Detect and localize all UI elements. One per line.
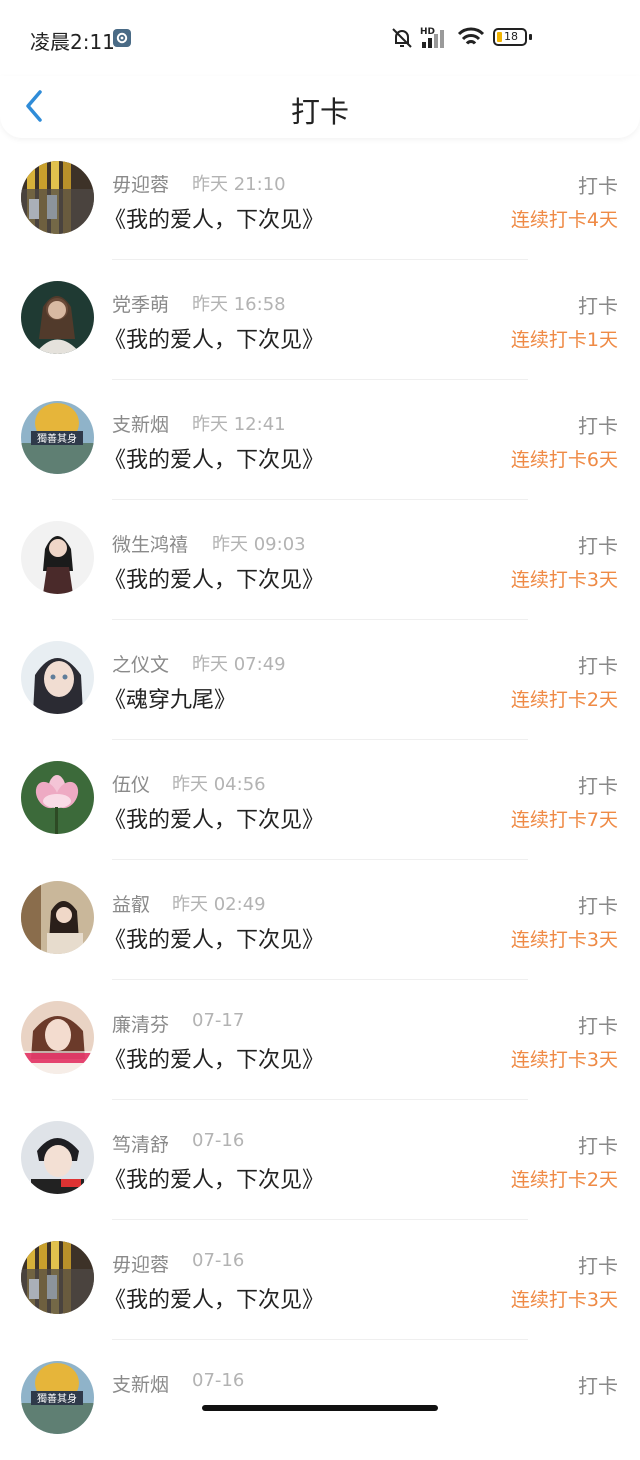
book-title: 《我的爱人，下次见》: [104, 808, 325, 833]
avatar: [21, 161, 94, 234]
book-title: 《我的爱人，下次见》: [104, 568, 325, 593]
svg-text:獨善其身: 獨善其身: [37, 432, 77, 445]
home-indicator[interactable]: [202, 1405, 438, 1411]
signal-icon: [422, 30, 444, 48]
book-title: 《我的爱人，下次见》: [104, 208, 325, 233]
battery-level: 18: [504, 30, 518, 43]
user-name: 毋迎蓉: [112, 1254, 170, 1276]
wifi-icon: [457, 27, 485, 45]
checkin-time: 07-16: [192, 1250, 245, 1271]
streak-badge: 连续打卡2天: [510, 1169, 618, 1191]
list-item[interactable]: 毋迎蓉 昨天 21:10 《我的爱人，下次见》 打卡 连续打卡4天: [0, 140, 640, 260]
checkin-label: 打卡: [578, 1134, 618, 1158]
streak-badge: 连续打卡3天: [510, 569, 618, 591]
checkin-label: 打卡: [578, 894, 618, 918]
list-item[interactable]: 益叡 昨天 02:49 《我的爱人，下次见》 打卡 连续打卡3天: [0, 860, 640, 980]
status-bar: 凌晨2:11 HD 18: [0, 0, 640, 76]
checkin-time: 昨天 21:10: [192, 174, 286, 195]
streak-badge: 连续打卡6天: [510, 449, 618, 471]
list-item[interactable]: 微生鸿禧 昨天 09:03 《我的爱人，下次见》 打卡 连续打卡3天: [0, 500, 640, 620]
avatar: [21, 761, 94, 834]
book-title: 《我的爱人，下次见》: [104, 448, 325, 473]
streak-badge: 连续打卡3天: [510, 929, 618, 951]
status-icons: HD 18: [340, 0, 640, 76]
streak-badge: 连续打卡1天: [510, 329, 618, 351]
user-name: 毋迎蓉: [112, 174, 170, 196]
checkin-label: 打卡: [578, 1014, 618, 1038]
checkin-list: 毋迎蓉 昨天 21:10 《我的爱人，下次见》 打卡 连续打卡4天 党季萌 昨天…: [0, 140, 640, 1460]
checkin-time: 昨天 02:49: [172, 894, 266, 915]
book-title: 《我的爱人，下次见》: [104, 328, 325, 353]
list-item[interactable]: 廉清芬 07-17 《我的爱人，下次见》 打卡 连续打卡3天: [0, 980, 640, 1100]
book-title: 《我的爱人，下次见》: [104, 1048, 325, 1073]
user-name: 益叡: [112, 894, 151, 916]
checkin-time: 昨天 07:49: [192, 654, 286, 675]
list-item[interactable]: 獨善其身 支新烟 昨天 12:41 《我的爱人，下次见》 打卡 连续打卡6天: [0, 380, 640, 500]
checkin-time: 昨天 04:56: [172, 774, 266, 795]
list-item[interactable]: 党季萌 昨天 16:58 《我的爱人，下次见》 打卡 连续打卡1天: [0, 260, 640, 380]
streak-badge: 连续打卡3天: [510, 1049, 618, 1071]
streak-badge: 连续打卡4天: [510, 209, 618, 231]
checkin-time: 07-16: [192, 1130, 245, 1151]
list-item[interactable]: 毋迎蓉 07-16 《我的爱人，下次见》 打卡 连续打卡3天: [0, 1220, 640, 1340]
nav-bar: 打卡: [0, 76, 640, 138]
svg-text:獨善其身: 獨善其身: [37, 1392, 77, 1405]
streak-badge: 连续打卡7天: [510, 809, 618, 831]
avatar: [21, 281, 94, 354]
user-name: 笃清舒: [112, 1134, 170, 1156]
user-name: 微生鸿禧: [112, 534, 189, 556]
user-name: 支新烟: [112, 414, 170, 436]
avatar: 獨善其身: [21, 1361, 94, 1434]
list-item[interactable]: 伍仪 昨天 04:56 《我的爱人，下次见》 打卡 连续打卡7天: [0, 740, 640, 860]
list-item[interactable]: 之仪文 昨天 07:49 《魂穿九尾》 打卡 连续打卡2天: [0, 620, 640, 740]
book-title: 《我的爱人，下次见》: [104, 1168, 325, 1193]
checkin-label: 打卡: [578, 774, 618, 798]
page-title: 打卡: [290, 95, 349, 129]
mute-bell-icon: [392, 28, 412, 48]
checkin-label: 打卡: [578, 414, 618, 438]
checkin-time: 昨天 16:58: [192, 294, 286, 315]
avatar: [21, 1001, 94, 1074]
checkin-label: 打卡: [578, 174, 618, 198]
checkin-time: 07-16: [192, 1370, 245, 1391]
battery-icon: 18: [493, 28, 527, 46]
avatar: [21, 1121, 94, 1194]
streak-badge: 连续打卡3天: [510, 1289, 618, 1311]
avatar: 獨善其身: [21, 401, 94, 474]
avatar: [21, 521, 94, 594]
list-item[interactable]: 獨善其身 支新烟 07-16 打卡: [0, 1340, 640, 1460]
avatar: [21, 1241, 94, 1314]
avatar: [21, 881, 94, 954]
user-name: 廉清芬: [112, 1014, 170, 1036]
book-title: 《我的爱人，下次见》: [104, 928, 325, 953]
streak-badge: 连续打卡2天: [510, 689, 618, 711]
status-time: 凌晨2:11: [30, 30, 115, 54]
user-name: 之仪文: [112, 654, 170, 676]
checkin-label: 打卡: [578, 1374, 618, 1398]
user-name: 党季萌: [112, 294, 170, 316]
checkin-time: 昨天 09:03: [212, 534, 306, 555]
avatar: [21, 641, 94, 714]
book-title: 《我的爱人，下次见》: [104, 1288, 325, 1313]
battery-tip: [529, 34, 532, 40]
checkin-time: 昨天 12:41: [192, 414, 286, 435]
user-name: 伍仪: [112, 774, 151, 796]
settings-icon: [113, 29, 131, 47]
checkin-label: 打卡: [578, 534, 618, 558]
book-title: 《魂穿九尾》: [104, 688, 237, 713]
checkin-time: 07-17: [192, 1010, 245, 1031]
checkin-label: 打卡: [578, 294, 618, 318]
checkin-label: 打卡: [578, 1254, 618, 1278]
list-item[interactable]: 笃清舒 07-16 《我的爱人，下次见》 打卡 连续打卡2天: [0, 1100, 640, 1220]
checkin-label: 打卡: [578, 654, 618, 678]
user-name: 支新烟: [112, 1374, 170, 1396]
